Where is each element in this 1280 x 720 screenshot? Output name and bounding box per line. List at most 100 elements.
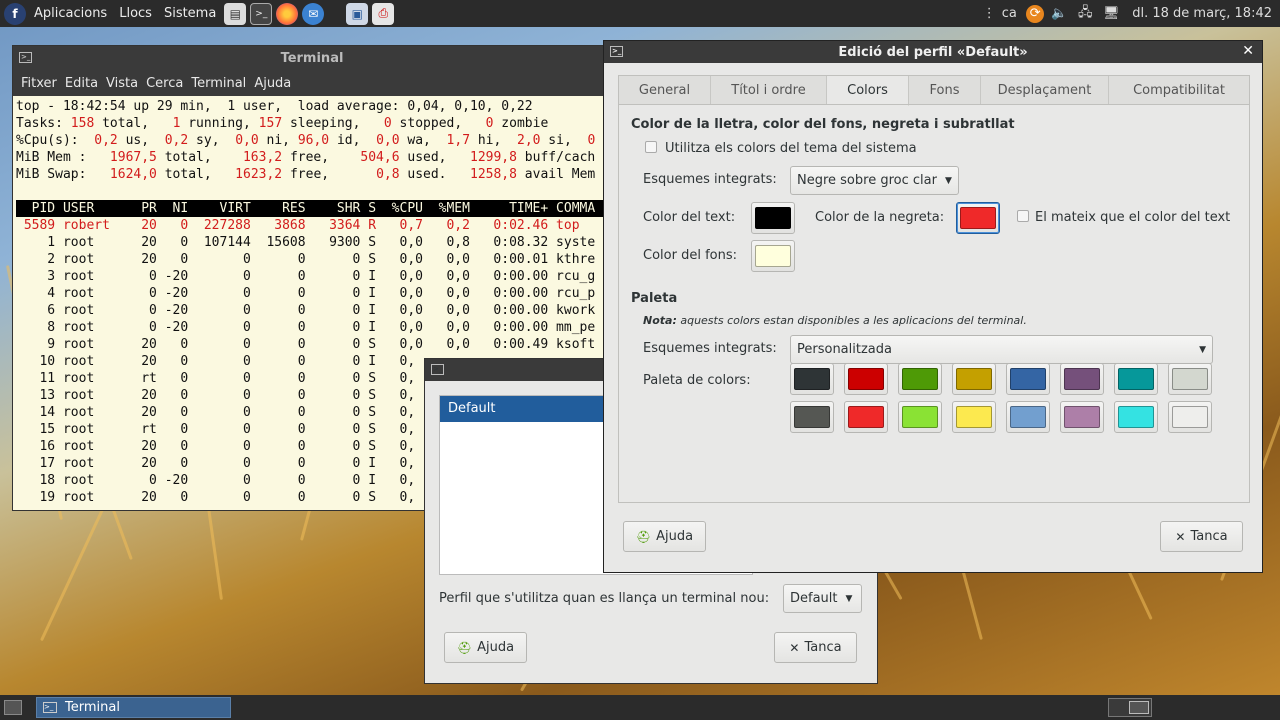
fedora-logo-icon[interactable]: f	[4, 2, 26, 25]
tab-title-command[interactable]: Títol i ordre	[711, 76, 827, 105]
palette-color-swatch	[1010, 368, 1046, 390]
palette-color-button[interactable]	[1006, 401, 1050, 433]
use-system-colors-row[interactable]: Utilitza els colors del tema del sistema	[645, 141, 917, 156]
screenshot-icon[interactable]: ▣	[346, 2, 369, 25]
close-button[interactable]: ✕ Tanca	[774, 632, 857, 663]
palette-color-button[interactable]	[790, 363, 834, 395]
window-close-icon[interactable]: ✕	[1242, 43, 1254, 59]
tab-scrolling[interactable]: Desplaçament	[981, 76, 1109, 105]
palette-schemes-select[interactable]: Personalitzada ▼	[790, 335, 1213, 364]
palette-color-button[interactable]	[844, 401, 888, 433]
workspace-switcher[interactable]	[1108, 698, 1152, 717]
palette-note-bold: Nota:	[643, 314, 677, 327]
terminal-menu-item[interactable]: Ajuda	[250, 76, 295, 91]
palette-color-button[interactable]	[1114, 363, 1158, 395]
bg-color-button[interactable]	[751, 240, 795, 272]
palette-label: Paleta de colors:	[643, 373, 751, 388]
menu-applications[interactable]: Aplicacions	[28, 6, 113, 21]
process-row: 2 root 20 0 0 0 0 S 0,0 0,0 0:00.01 kthr…	[16, 252, 596, 267]
terminal-menu-item[interactable]: Edita	[61, 76, 102, 91]
profile-editor-dialog[interactable]: >_ Edició del perfil «Default» ✕ General…	[603, 40, 1263, 573]
terminal-titlebar[interactable]: >_ Terminal	[13, 46, 611, 70]
menu-system[interactable]: Sistema	[158, 6, 222, 21]
window-menu-icon[interactable]: >_	[431, 364, 444, 375]
firefox-icon[interactable]	[276, 2, 299, 25]
use-system-colors-checkbox[interactable]	[645, 141, 657, 153]
palette-note: Nota: aquests colors estan disponibles a…	[643, 314, 1027, 327]
launch-profile-select[interactable]: Default ▼	[783, 584, 862, 613]
palette-color-button[interactable]	[898, 401, 942, 433]
palette-color-swatch	[794, 406, 830, 428]
same-as-text-checkbox[interactable]	[1017, 210, 1029, 222]
text-color-button[interactable]	[751, 202, 795, 234]
taskbar-item-label: Terminal	[65, 700, 120, 715]
palette-color-button[interactable]	[952, 401, 996, 433]
menu-places[interactable]: Llocs	[113, 6, 158, 21]
process-row: 9 root 20 0 0 0 0 S 0,0 0,0 0:00.49 ksof…	[16, 337, 596, 352]
palette-color-button[interactable]	[898, 363, 942, 395]
palette-color-swatch	[1172, 406, 1208, 428]
help-lifebuoy-icon: ⛑	[456, 640, 473, 655]
palette-color-swatch	[1010, 406, 1046, 428]
terminal-launcher-icon[interactable]: >_	[250, 2, 273, 25]
taskbar-item-terminal[interactable]: >_ Terminal	[36, 697, 231, 718]
terminal-menu-item[interactable]: Cerca	[142, 76, 187, 91]
palette-color-button[interactable]	[1168, 363, 1212, 395]
tab-colors[interactable]: Colors	[827, 76, 909, 106]
printer-icon[interactable]: ⎙	[372, 2, 395, 25]
help-button[interactable]: ⛑ Ajuda	[444, 632, 527, 663]
terminal-menu-item[interactable]: Fitxer	[17, 76, 61, 91]
palette-color-swatch	[1064, 406, 1100, 428]
bold-color-swatch	[960, 207, 996, 229]
palette-color-button[interactable]	[844, 363, 888, 395]
chevron-down-icon: ▼	[1199, 344, 1206, 355]
palette-color-button[interactable]	[790, 401, 834, 433]
builtin-schemes-label: Esquemes integrats:	[643, 172, 777, 187]
keyboard-layout-indicator[interactable]: ca	[996, 4, 1022, 24]
palette-color-button[interactable]	[1168, 401, 1212, 433]
process-table-header: PID USER PR NI VIRT RES SHR S %CPU %MEM …	[16, 200, 611, 217]
palette-color-button[interactable]	[952, 363, 996, 395]
builtin-schemes-select[interactable]: Negre sobre groc clar ▼	[790, 166, 959, 195]
display-icon[interactable]: 🖥	[1100, 4, 1122, 24]
bold-color-label: Color de la negreta:	[815, 210, 945, 225]
palette-color-button[interactable]	[1060, 401, 1104, 433]
bold-color-button[interactable]	[956, 202, 1000, 234]
terminal-menu-item[interactable]: Terminal	[187, 76, 250, 91]
tab-general[interactable]: General	[619, 76, 711, 105]
window-menu-icon[interactable]: >_	[610, 46, 623, 57]
tab-background[interactable]: Fons	[909, 76, 981, 105]
mail-client-icon[interactable]: ✉	[302, 2, 325, 25]
same-as-text-row[interactable]: El mateix que el color del text	[1017, 210, 1230, 225]
help-lifebuoy-icon: ⛑	[635, 529, 652, 544]
close-icon: ✕	[1175, 529, 1186, 544]
process-row: 4 root 0 -20 0 0 0 I 0,0 0,0 0:00.00 rcu…	[16, 286, 596, 301]
text-color-swatch	[755, 207, 791, 229]
updates-icon[interactable]: ⟳	[1026, 4, 1045, 23]
close-button[interactable]: ✕ Tanca	[1160, 521, 1243, 552]
network-icon[interactable]: 🖧	[1074, 4, 1096, 24]
clock[interactable]: dl. 18 de març, 18:42	[1126, 4, 1278, 24]
top-summary-line: MiB Swap: 1624,0 total, 1623,2 free, 0,8…	[16, 167, 596, 182]
tab-compatibility[interactable]: Compatibilitat	[1109, 76, 1249, 105]
dialog-titlebar[interactable]: >_ Edició del perfil «Default» ✕	[604, 41, 1262, 63]
colors-tab-page: Color de la lletra, color del fons, negr…	[618, 104, 1250, 503]
terminal-icon: >_	[43, 702, 57, 713]
profile-tabs: General Títol i ordre Colors Fons Despla…	[618, 75, 1250, 106]
text-color-label: Color del text:	[643, 210, 736, 225]
show-desktop-icon[interactable]	[4, 700, 22, 715]
palette-color-button[interactable]	[1060, 363, 1104, 395]
window-menu-icon[interactable]: >_	[19, 52, 32, 63]
close-button-label: Tanca	[804, 640, 842, 655]
terminal-menu-item[interactable]: Vista	[102, 76, 142, 91]
file-manager-icon[interactable]: ▤	[224, 2, 247, 25]
palette-color-button[interactable]	[1006, 363, 1050, 395]
chevron-down-icon: ▼	[845, 593, 853, 604]
process-row: 5589 robert 20 0 227288 3868 3364 R 0,7 …	[16, 218, 580, 233]
help-button[interactable]: ⛑ Ajuda	[623, 521, 706, 552]
process-row: 1 root 20 0 107144 15608 9300 S 0,0 0,8 …	[16, 235, 596, 250]
palette-color-button[interactable]	[1114, 401, 1158, 433]
separator-handle-icon: ⋮	[982, 6, 996, 21]
volume-icon[interactable]: 🔈	[1048, 4, 1070, 24]
